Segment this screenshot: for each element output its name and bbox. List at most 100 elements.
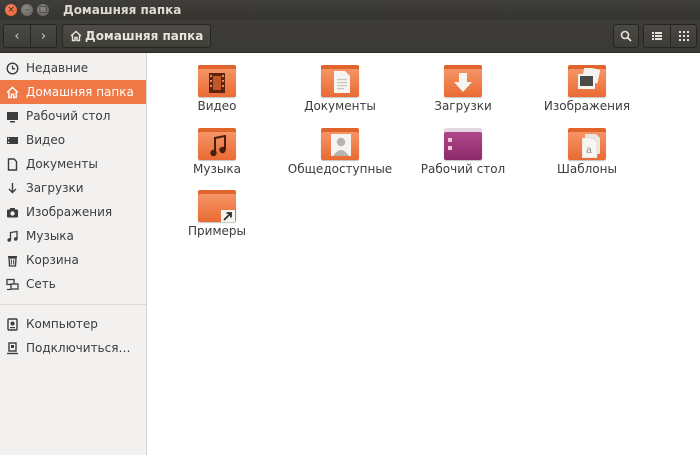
trash-icon [5, 253, 19, 267]
sidebar-separator [0, 304, 146, 305]
folder-label: Примеры [188, 224, 246, 238]
sidebar-item-label: Домашняя папка [26, 85, 134, 99]
folder-icon [198, 190, 236, 222]
folder-item-templates[interactable]: a Шаблоны [532, 128, 642, 176]
folder-icon [198, 128, 236, 160]
view-mode-buttons [643, 24, 697, 48]
clock-icon [5, 61, 19, 75]
sidebar-item-label: Недавние [26, 61, 89, 75]
close-icon: × [7, 4, 15, 15]
desktop-icon [448, 138, 458, 154]
title-bar: × – □ Домашняя папка [0, 0, 700, 20]
folder-item-pictures[interactable]: Изображения [532, 65, 642, 113]
folder-item-downloads[interactable]: Загрузки [408, 65, 518, 113]
close-window-button[interactable]: × [5, 4, 17, 16]
document-icon [334, 71, 350, 93]
sidebar-item-recent[interactable]: Недавние [0, 56, 146, 80]
sidebar-item-documents[interactable]: Документы [0, 152, 146, 176]
download-arrow-icon [453, 73, 473, 93]
folder-icon [198, 65, 236, 97]
maximize-window-button[interactable]: □ [37, 4, 49, 16]
sidebar-item-connect[interactable]: Подключиться… [0, 336, 146, 360]
link-arrow-icon [221, 210, 235, 222]
folder-label: Шаблоны [557, 162, 617, 176]
navigation-buttons: ‹ › [3, 24, 57, 48]
chevron-right-icon: › [40, 28, 47, 44]
picture-icon [578, 68, 600, 92]
search-button[interactable] [613, 24, 639, 48]
folder-label: Изображения [543, 99, 631, 113]
path-bar-home-button[interactable]: Домашняя папка [62, 24, 212, 48]
folder-icon [568, 65, 606, 97]
file-view: Видео Документы Загрузки Изображения Муз… [148, 53, 700, 455]
sidebar-item-pictures[interactable]: Изображения [0, 200, 146, 224]
video-icon [5, 133, 19, 147]
sidebar-item-computer[interactable]: Компьютер [0, 312, 146, 336]
sidebar-item-label: Видео [26, 133, 66, 147]
folder-item-public[interactable]: Общедоступные [285, 128, 395, 176]
computer-icon [5, 317, 19, 331]
minimize-window-button[interactable]: – [21, 4, 33, 16]
music-icon [5, 229, 19, 243]
list-view-icon [652, 32, 662, 40]
path-bar-label: Домашняя папка [85, 29, 204, 43]
sidebar-item-label: Рабочий стол [26, 109, 111, 123]
camera-icon [5, 205, 19, 219]
folder-icon [321, 65, 359, 97]
folder-label: Музыка [193, 162, 241, 176]
sidebar-item-network[interactable]: Сеть [0, 272, 146, 296]
home-icon [70, 30, 82, 42]
connect-icon [5, 341, 19, 355]
sidebar-item-label: Загрузки [26, 181, 84, 195]
folder-icon [444, 128, 482, 160]
sidebar-item-label: Сеть [26, 277, 56, 291]
folder-item-desktop[interactable]: Рабочий стол [408, 128, 518, 176]
person-icon [331, 134, 351, 156]
sidebar-item-label: Музыка [26, 229, 74, 243]
download-icon [5, 181, 19, 195]
sidebar-item-label: Компьютер [26, 317, 98, 331]
folder-item-music[interactable]: Музыка [162, 128, 272, 176]
folder-label: Документы [304, 99, 376, 113]
folder-label: Видео [197, 99, 237, 113]
folder-item-examples[interactable]: Примеры [162, 190, 272, 238]
folder-label: Общедоступные [287, 162, 393, 176]
sidebar-item-home[interactable]: Домашняя папка [0, 80, 146, 104]
sidebar-item-label: Корзина [26, 253, 79, 267]
template-icon: a [582, 134, 602, 158]
sidebar-item-desktop[interactable]: Рабочий стол [0, 104, 146, 128]
svg-text:a: a [586, 145, 592, 156]
list-view-button[interactable] [644, 25, 670, 47]
back-button[interactable]: ‹ [4, 25, 30, 47]
film-icon [209, 73, 225, 93]
sidebar-item-music[interactable]: Музыка [0, 224, 146, 248]
folder-icon [321, 128, 359, 160]
sidebar-item-label: Изображения [26, 205, 113, 219]
search-icon [620, 30, 632, 42]
chevron-left-icon: ‹ [14, 28, 20, 44]
grid-view-button[interactable] [670, 25, 696, 47]
folder-icon: a [568, 128, 606, 160]
document-icon [5, 157, 19, 171]
sidebar-item-label: Документы [26, 157, 98, 171]
folder-item-documents[interactable]: Документы [285, 65, 395, 113]
sidebar-item-downloads[interactable]: Загрузки [0, 176, 146, 200]
music-note-icon [210, 135, 226, 157]
maximize-icon: □ [38, 4, 48, 15]
forward-button[interactable]: › [30, 25, 56, 47]
sidebar-item-video[interactable]: Видео [0, 128, 146, 152]
minimize-icon: – [24, 4, 30, 15]
grid-view-icon [678, 31, 689, 41]
folder-icon [444, 65, 482, 97]
folder-label: Рабочий стол [420, 162, 506, 176]
window-title: Домашняя папка [63, 3, 182, 17]
sidebar-item-label: Подключиться… [26, 341, 131, 355]
sidebar-item-trash[interactable]: Корзина [0, 248, 146, 272]
home-icon [5, 85, 19, 99]
sidebar: Недавние Домашняя папка Рабочий стол Вид… [0, 53, 147, 455]
desktop-icon [5, 109, 19, 123]
toolbar: ‹ › Домашняя папка [0, 20, 700, 53]
folder-label: Загрузки [434, 99, 492, 113]
folder-item-video[interactable]: Видео [162, 65, 272, 113]
network-icon [5, 277, 19, 291]
